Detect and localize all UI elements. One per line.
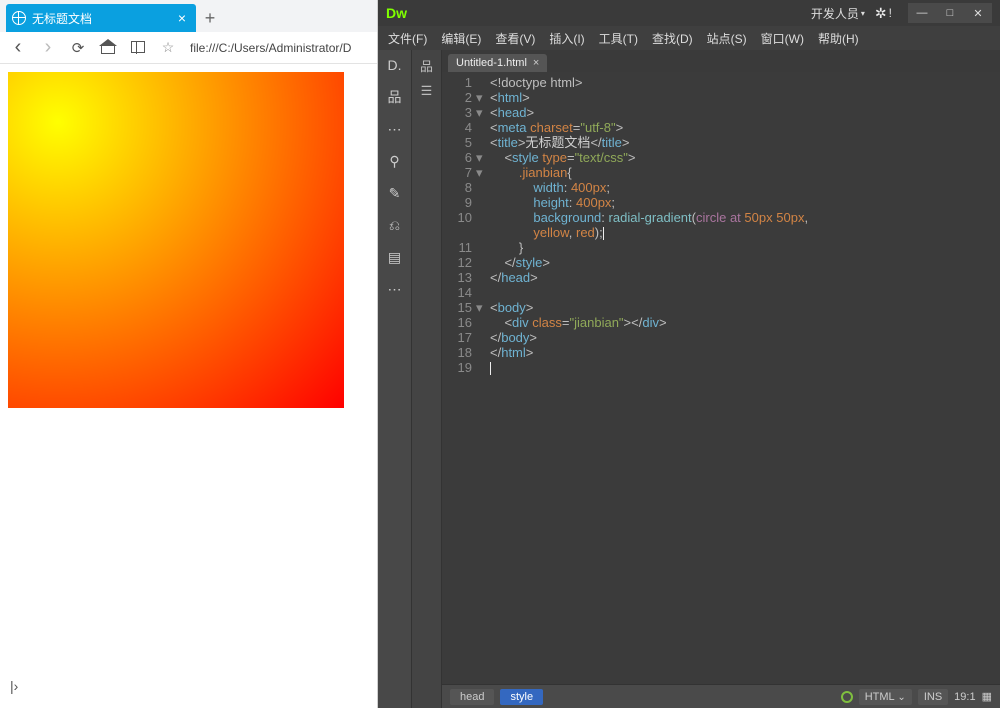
dw-statusbar: head style HTML INS 19:1 ▦ (442, 684, 1000, 708)
breadcrumb-style[interactable]: style (500, 689, 543, 705)
rail-icon-2[interactable]: ⋯ (385, 120, 405, 138)
insert-mode[interactable]: INS (918, 689, 948, 705)
back-button[interactable] (10, 36, 26, 59)
bookmark-icon[interactable] (160, 39, 176, 56)
menu-edit[interactable]: 编辑(E) (441, 30, 481, 47)
browser-tab-active[interactable]: 无标题文档 × (6, 4, 196, 32)
dreamweaver-window: Dw 开发人员▾ ! — □ ✕ 文件(F) 编辑(E) 查看(V) 插入(I)… (378, 0, 1000, 708)
rail-icon-1[interactable]: 品 (385, 88, 405, 106)
window-controls: — □ ✕ (908, 3, 992, 23)
tab-close-icon[interactable]: × (174, 10, 190, 26)
rail-icon-6[interactable]: ▤ (385, 248, 405, 266)
menu-find[interactable]: 查找(D) (652, 30, 693, 47)
menu-help[interactable]: 帮助(H) (818, 30, 859, 47)
menu-site[interactable]: 站点(S) (707, 30, 747, 47)
rail-icon-7[interactable]: ⋯ (385, 280, 405, 298)
file-tabstrip: Untitled-1.html × (442, 50, 1000, 72)
dw-main: Untitled-1.html × 1 <!doctype html> 2▾<h… (442, 50, 1000, 708)
dw-logo: Dw (386, 5, 407, 21)
expand-icon[interactable]: |› (10, 678, 18, 694)
menu-insert[interactable]: 插入(I) (549, 30, 584, 47)
workspace-switcher[interactable]: 开发人员▾ (811, 5, 865, 22)
forward-button[interactable] (40, 36, 56, 59)
menu-tools[interactable]: 工具(T) (599, 30, 638, 47)
gear-icon (875, 5, 887, 22)
globe-icon (12, 11, 26, 25)
panels-button[interactable] (130, 40, 146, 56)
dw-menubar: 文件(F) 编辑(E) 查看(V) 插入(I) 工具(T) 查找(D) 站点(S… (378, 26, 1000, 50)
page-viewport: |› (0, 64, 377, 708)
file-tab-close-icon[interactable]: × (533, 57, 539, 69)
code-editor[interactable]: 1 <!doctype html> 2▾<html> 3▾<head> 4 <m… (442, 72, 1000, 684)
tab-title: 无标题文档 (32, 10, 174, 27)
panel-icon-1[interactable]: ☰ (421, 83, 433, 99)
dw-panel-rail: 品 ☰ (412, 50, 442, 708)
minimize-button[interactable]: — (908, 3, 936, 23)
gradient-box (8, 72, 344, 408)
rail-icon-4[interactable]: ✎ (385, 184, 405, 202)
new-tab-button[interactable]: + (196, 4, 224, 32)
sync-settings-button[interactable]: ! (875, 5, 892, 22)
file-tab-label: Untitled-1.html (456, 57, 527, 69)
close-button[interactable]: ✕ (964, 3, 992, 23)
dw-titlebar: Dw 开发人员▾ ! — □ ✕ (378, 0, 1000, 26)
breadcrumb-head[interactable]: head (450, 689, 494, 705)
home-button[interactable] (100, 40, 116, 56)
cursor-position: 19:1 (954, 691, 975, 703)
chevron-down-icon: ▾ (861, 9, 865, 18)
reload-button[interactable] (70, 39, 86, 57)
browser-window: 无标题文档 × + file:///C:/Users/Administrator… (0, 0, 378, 708)
file-tab-active[interactable]: Untitled-1.html × (448, 54, 547, 72)
browser-tabstrip: 无标题文档 × + (0, 0, 377, 32)
menu-window[interactable]: 窗口(W) (761, 30, 804, 47)
maximize-button[interactable]: □ (936, 3, 964, 23)
panel-icon-0[interactable]: 品 (420, 56, 433, 75)
language-selector[interactable]: HTML (859, 689, 912, 705)
dw-toolbar-rail: D. 品 ⋯ ⚲ ✎ ⎌ ▤ ⋯ (378, 50, 412, 708)
menu-file[interactable]: 文件(F) (388, 30, 427, 47)
rail-icon-3[interactable]: ⚲ (385, 152, 405, 170)
url-bar[interactable]: file:///C:/Users/Administrator/D (190, 41, 351, 55)
menu-view[interactable]: 查看(V) (495, 30, 535, 47)
rail-icon-5[interactable]: ⎌ (385, 216, 405, 234)
sync-status-icon[interactable] (841, 691, 853, 703)
overflow-icon[interactable]: ▦ (982, 690, 992, 703)
browser-toolbar: file:///C:/Users/Administrator/D (0, 32, 377, 64)
rail-icon-0[interactable]: D. (385, 56, 405, 74)
